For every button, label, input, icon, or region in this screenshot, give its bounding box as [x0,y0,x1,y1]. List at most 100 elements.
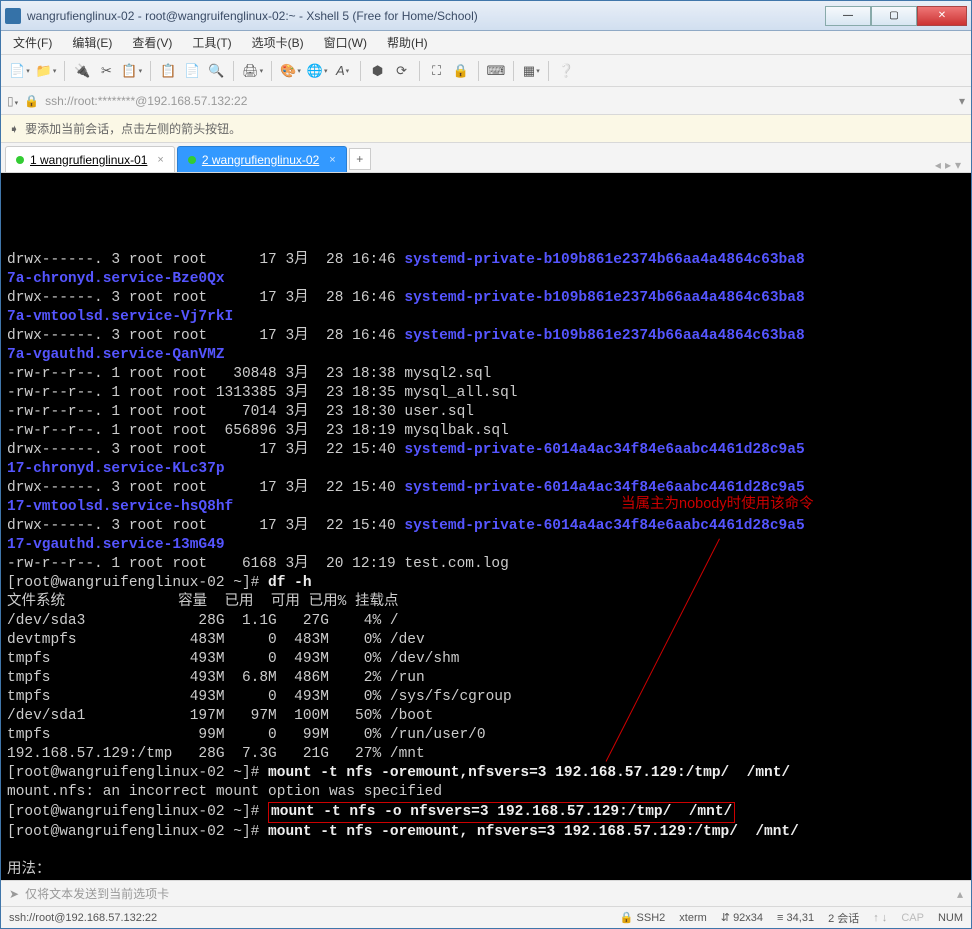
tab-close-icon[interactable]: × [329,154,335,166]
terminal-line: drwx------. 3 root root 17 3月 28 16:46 s… [7,289,965,308]
status-arrows: ↑ ↓ [873,912,887,924]
separator [150,61,151,81]
separator [360,61,361,81]
terminal-line: 17-vmtoolsd.service-hsQ8hf [7,498,965,517]
terminal-line: drwx------. 3 root root 17 3月 22 15:40 s… [7,479,965,498]
app-window: wangrufienglinux-02 - root@wangruifengli… [0,0,972,929]
help-icon[interactable]: ❔ [555,60,577,82]
session-tab-1[interactable]: 2 wangrufienglinux-02 × [177,146,347,172]
status-connection: ssh://root@192.168.57.132:22 [9,912,157,924]
script-icon[interactable]: ⬢ [367,60,389,82]
terminal-line: tmpfs 99M 0 99M 0% /run/user/0 [7,726,965,745]
send-icon[interactable]: ➤ [9,887,19,901]
disconnect-icon[interactable]: ✂ [95,60,117,82]
status-pos: ≡ 34,31 [777,912,814,924]
menu-help[interactable]: 帮助(H) [383,32,432,53]
status-num: NUM [938,912,963,924]
terminal-line: [root@wangruifenglinux-02 ~]# df -h [7,574,965,593]
minimize-button[interactable]: — [825,6,871,26]
status-term: xterm [679,912,707,924]
session-tab-0[interactable]: 1 wangrufienglinux-01 × [5,146,175,172]
terminal-line: 192.168.57.129:/tmp 28G 7.3G 21G 27% /mn… [7,745,965,764]
keyboard-icon[interactable]: ⌨ [485,60,508,82]
menu-window[interactable]: 窗口(W) [320,32,371,53]
separator [64,61,65,81]
terminal-line: 用法： [7,861,965,880]
terminal-line: tmpfs 493M 0 493M 0% /dev/shm [7,650,965,669]
menu-tabs[interactable]: 选项卡(B) [248,32,308,53]
globe-icon[interactable]: 🌐▾ [305,60,330,82]
terminal-line: tmpfs 493M 0 493M 0% /sys/fs/cgroup [7,688,965,707]
tab-add-button[interactable]: + [349,148,371,170]
terminal-line: [root@wangruifenglinux-02 ~]# mount -t n… [7,823,965,842]
copy-icon[interactable]: 📋 [157,60,179,82]
send-text[interactable]: 仅将文本发送到当前选项卡 [25,885,169,902]
tab-next-icon[interactable]: ▸ [945,158,951,172]
annotation-text: 当属主为nobody时使用该命令 [621,495,814,514]
terminal-line: /dev/sda1 197M 97M 100M 50% /boot [7,707,965,726]
reconnect-icon[interactable]: 🔌 [71,60,93,82]
menu-edit[interactable]: 编辑(E) [68,32,116,53]
titlebar[interactable]: wangrufienglinux-02 - root@wangruifengli… [1,1,971,31]
separator [548,61,549,81]
tab-list-icon[interactable]: ▾ [955,158,961,172]
lock-icon[interactable]: 🔒 [450,60,472,82]
infobar: ➧ 要添加当前会话，点击左侧的箭头按钮。 [1,115,971,143]
addr-dropdown-icon[interactable]: ▯▾ [7,94,18,108]
terminal-line: 文件系统 容量 已用 可用 已用% 挂载点 [7,593,965,612]
paste-icon[interactable]: 📄 [181,60,203,82]
tab-close-icon[interactable]: × [157,154,163,166]
status-dot-icon [188,156,196,164]
refresh-icon[interactable]: ⟳ [391,60,413,82]
terminal-line [7,842,965,861]
lock-icon: 🔒 [24,94,39,108]
address-text[interactable]: ssh://root:********@192.168.57.132:22 [45,94,953,108]
terminal-line: 17-vgauthd.service-13mG49 [7,536,965,555]
terminal-line: drwx------. 3 root root 17 3月 22 15:40 s… [7,441,965,460]
window-title: wangrufienglinux-02 - root@wangruifengli… [27,9,825,23]
maximize-button[interactable]: ▢ [871,6,917,26]
fullscreen-icon[interactable]: ⛶ [426,60,448,82]
font-icon[interactable]: A▾ [332,60,354,82]
send-caret-icon[interactable]: ▴ [957,887,963,901]
status-dot-icon [16,156,24,164]
highlighted-command: mount -t nfs -o nfsvers=3 192.168.57.129… [268,802,735,823]
terminal-line: -rw-r--r--. 1 root root 656896 3月 23 18:… [7,422,965,441]
terminal[interactable]: 当属主为nobody时使用该命令 drwx------. 3 root root… [1,173,971,880]
terminal-line: -rw-r--r--. 1 root root 30848 3月 23 18:3… [7,365,965,384]
terminal-line: [root@wangruifenglinux-02 ~]# mount -t n… [7,764,965,783]
info-text: 要添加当前会话，点击左侧的箭头按钮。 [25,120,241,137]
terminal-line: 7a-vgauthd.service-QanVMZ [7,346,965,365]
color-icon[interactable]: 🎨▾ [278,60,303,82]
terminal-line: devtmpfs 483M 0 483M 0% /dev [7,631,965,650]
tab-prev-icon[interactable]: ◂ [935,158,941,172]
window-controls: — ▢ ✕ [825,6,967,26]
print-icon[interactable]: 🖨▾ [240,60,265,82]
separator [419,61,420,81]
open-icon[interactable]: 📁▾ [34,60,59,82]
find-icon[interactable]: 🔍 [205,60,227,82]
menu-file[interactable]: 文件(F) [9,32,56,53]
status-caps: CAP [901,912,924,924]
info-arrow-icon[interactable]: ➧ [9,122,19,136]
toolbar: 📄▾ 📁▾ 🔌 ✂ 📋▾ 📋 📄 🔍 🖨▾ 🎨▾ 🌐▾ A▾ ⬢ ⟳ ⛶ 🔒 ⌨… [1,55,971,87]
separator [513,61,514,81]
tab-label: 1 wangrufienglinux-01 [30,153,147,167]
status-sessions: 2 会话 [828,910,859,926]
tab-label: 2 wangrufienglinux-02 [202,153,319,167]
terminal-line: tmpfs 493M 6.8M 486M 2% /run [7,669,965,688]
terminal-line: -rw-r--r--. 1 root root 6168 3月 20 12:19… [7,555,965,574]
sendbar: ➤ 仅将文本发送到当前选项卡 ▴ [1,880,971,906]
menu-tools[interactable]: 工具(T) [188,32,235,53]
layout-icon[interactable]: ▦▾ [520,60,542,82]
addressbar: ▯▾ 🔒 ssh://root:********@192.168.57.132:… [1,87,971,115]
new-session-icon[interactable]: 📄▾ [7,60,32,82]
status-size: ⇵ 92x34 [721,911,763,924]
terminal-line: [root@wangruifenglinux-02 ~]# mount -t n… [7,802,965,823]
menu-view[interactable]: 查看(V) [128,32,176,53]
tabs-row: 1 wangrufienglinux-01×2 wangrufienglinux… [1,143,971,173]
props-icon[interactable]: 📋▾ [119,60,144,82]
close-button[interactable]: ✕ [917,6,967,26]
terminal-line: -rw-r--r--. 1 root root 1313385 3月 23 18… [7,384,965,403]
addr-caret-icon[interactable]: ▾ [959,94,965,108]
